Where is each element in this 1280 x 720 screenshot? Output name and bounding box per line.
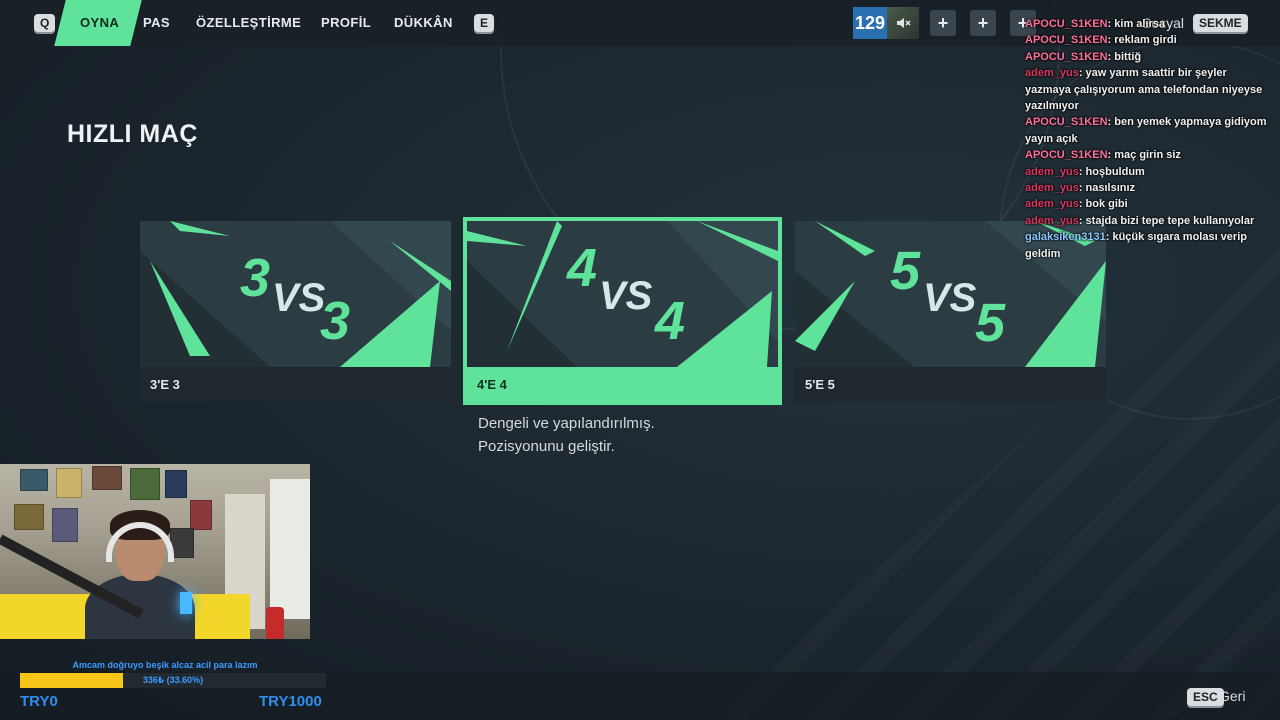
chat-message: APOCU_S1KEN: bittiğ bbox=[1025, 49, 1275, 65]
add-party-member-button[interactable]: + bbox=[930, 10, 956, 36]
chat-username[interactable]: APOCU_S1KEN bbox=[1025, 116, 1108, 128]
mode-art-number: 5 bbox=[890, 241, 921, 301]
chat-message: galaksiken3131: küçük sıgara molası veri… bbox=[1025, 229, 1275, 262]
donation-goal-widget: Amcam doğruyo beşik alcaz acil para lazı… bbox=[0, 656, 330, 720]
chat-separator: : bbox=[1078, 198, 1086, 211]
player-level-badge: 129 bbox=[853, 7, 887, 39]
chat-message: adem_yus: stajda bizi tepe tepe kullanıy… bbox=[1025, 213, 1275, 229]
chat-message: adem_yus: hoşbuldum bbox=[1025, 164, 1275, 180]
chat-message: APOCU_S1KEN: reklam girdi bbox=[1025, 32, 1275, 48]
donation-message: Amcam doğruyo beşik alcaz acil para lazı… bbox=[72, 660, 258, 670]
chat-text: kim alırsa bbox=[1114, 18, 1166, 30]
chat-text: bok gibi bbox=[1085, 198, 1128, 211]
wall-poster bbox=[190, 500, 212, 530]
wall-poster bbox=[52, 508, 78, 542]
donation-max-label: TRY1000 bbox=[259, 693, 322, 710]
wall-poster bbox=[130, 468, 160, 500]
donation-amount: 336₺ (33.60%) bbox=[142, 675, 204, 685]
tab-pass[interactable]: PAS bbox=[143, 15, 170, 30]
bottle bbox=[266, 607, 284, 639]
chat-username[interactable]: adem_yus bbox=[1025, 67, 1079, 79]
tab-profile[interactable]: PROFİL bbox=[321, 15, 371, 30]
mode-card-4v4[interactable]: 4 VS 4 4'E 4 bbox=[463, 217, 782, 405]
chat-text: maç girin siz bbox=[1114, 149, 1181, 162]
mode-card-art: 3 VS 3 bbox=[140, 221, 451, 367]
chat-username[interactable]: APOCU_S1KEN bbox=[1025, 51, 1108, 63]
wall-poster bbox=[165, 470, 187, 498]
stream-chat-overlay: APOCU_S1KEN: kim alırsa APOCU_S1KEN: rekl… bbox=[1025, 16, 1275, 262]
chat-separator: : bbox=[1078, 67, 1086, 80]
mode-description-line: Dengeli ve yapılandırılmış. bbox=[478, 415, 655, 432]
rgb-light bbox=[180, 592, 192, 614]
chat-text: stajda bizi tepe tepe kullanıyolar bbox=[1085, 214, 1255, 227]
chat-message: adem_yus: yaw yarım saattir bir şeyler y… bbox=[1025, 65, 1275, 114]
key-hint-next-tab[interactable]: E bbox=[474, 14, 495, 32]
wall-poster bbox=[56, 468, 82, 498]
add-party-member-button[interactable]: + bbox=[970, 10, 996, 36]
chat-username[interactable]: adem_yus bbox=[1025, 166, 1079, 178]
mode-art-vs: VS bbox=[923, 276, 977, 320]
chat-username[interactable]: adem_yus bbox=[1025, 198, 1079, 210]
wall-poster bbox=[20, 469, 48, 491]
mode-art-number: 3 bbox=[240, 248, 270, 308]
mode-art-vs: VS bbox=[599, 274, 653, 318]
mode-card-3v3[interactable]: 3 VS 3 3'E 3 bbox=[140, 221, 451, 401]
mode-art-number: 4 bbox=[654, 291, 685, 351]
chat-username[interactable]: adem_yus bbox=[1025, 182, 1079, 194]
chat-message: APOCU_S1KEN: kim alırsa bbox=[1025, 16, 1275, 32]
chat-username[interactable]: APOCU_S1KEN bbox=[1025, 34, 1108, 46]
wall-poster bbox=[92, 466, 122, 490]
mode-card-label: 4'E 4 bbox=[467, 367, 778, 401]
mode-art-number: 5 bbox=[975, 293, 1006, 353]
chat-message: APOCU_S1KEN: maç girin siz bbox=[1025, 147, 1275, 163]
mode-description-line: Pozisyonunu geliştir. bbox=[478, 438, 615, 455]
chat-message: APOCU_S1KEN: ben yemek yapmaya gidiyom y… bbox=[1025, 114, 1275, 147]
mode-art-number: 3 bbox=[320, 291, 350, 351]
back-button-label[interactable]: Geri bbox=[1219, 688, 1245, 704]
tab-play[interactable]: OYNA bbox=[80, 15, 119, 30]
chat-separator: : bbox=[1078, 182, 1086, 195]
speaker-muted-icon bbox=[897, 18, 911, 28]
chat-message: adem_yus: bok gibi bbox=[1025, 196, 1275, 212]
room-window bbox=[270, 479, 310, 619]
mode-card-label: 3'E 3 bbox=[140, 367, 451, 401]
mode-art-number: 4 bbox=[566, 238, 597, 298]
mode-description: Dengeli ve yapılandırılmış. Pozisyonunu … bbox=[478, 412, 655, 458]
donation-min-label: TRY0 bbox=[20, 693, 58, 710]
webcam-overlay bbox=[0, 464, 310, 639]
chat-message: adem_yus: nasılsınız bbox=[1025, 180, 1275, 196]
key-hint-previous-tab[interactable]: Q bbox=[34, 14, 56, 32]
mode-art-4v4: 4 VS 4 bbox=[467, 221, 778, 367]
chat-text: bittiğ bbox=[1114, 50, 1142, 63]
chat-username[interactable]: adem_yus bbox=[1025, 215, 1079, 227]
mode-art-vs: VS bbox=[272, 276, 326, 320]
tab-customize[interactable]: ÖZELLEŞTİRME bbox=[196, 15, 301, 30]
streamer-body bbox=[85, 574, 195, 639]
page-title: HIZLI MAÇ bbox=[67, 120, 198, 148]
chat-separator: : bbox=[1078, 165, 1086, 178]
player-avatar[interactable] bbox=[887, 7, 919, 39]
chat-text: nasılsınız bbox=[1085, 182, 1136, 195]
chat-username[interactable]: APOCU_S1KEN bbox=[1025, 149, 1108, 161]
chat-separator: : bbox=[1078, 214, 1086, 227]
chat-username[interactable]: galaksiken3131 bbox=[1025, 231, 1106, 243]
chat-text: hoşbuldum bbox=[1085, 165, 1145, 178]
mode-card-art: 4 VS 4 bbox=[467, 221, 778, 367]
mode-card-label: 5'E 5 bbox=[795, 367, 1106, 401]
wall-poster bbox=[14, 504, 44, 530]
mode-art-3v3: 3 VS 3 bbox=[140, 221, 451, 367]
chat-text: reklam girdi bbox=[1114, 34, 1177, 47]
tab-shop[interactable]: DÜKKÂN bbox=[394, 15, 453, 30]
chat-username[interactable]: APOCU_S1KEN bbox=[1025, 18, 1108, 30]
